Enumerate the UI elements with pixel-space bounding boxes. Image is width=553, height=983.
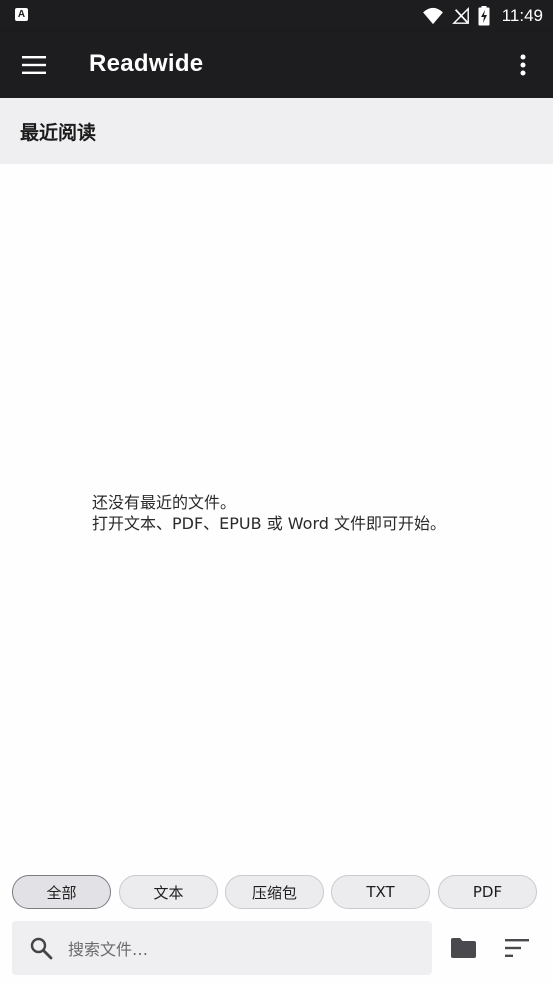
status-bar: A 11:49 <box>0 0 553 32</box>
sort-button[interactable] <box>502 932 532 964</box>
no-signal-icon <box>451 7 469 24</box>
hamburger-menu-icon <box>22 56 46 74</box>
filter-chips: 全部 文本 压缩包 TXT PDF <box>12 875 542 913</box>
folder-icon <box>450 938 476 958</box>
chip-text[interactable]: 文本 <box>119 875 218 909</box>
more-vert-icon <box>520 54 526 76</box>
recent-reading-header: 最近阅读 <box>0 98 553 164</box>
search-box <box>12 921 432 975</box>
empty-state-line-1: 还没有最近的文件。 <box>92 493 237 512</box>
clock: 11:49 <box>501 6 543 25</box>
chip-txt[interactable]: TXT <box>331 875 430 909</box>
empty-state-line-2: 打开文本、PDF、EPUB 或 Word 文件即可开始。 <box>92 514 447 533</box>
overflow-menu-button[interactable] <box>509 49 537 81</box>
chip-pdf[interactable]: PDF <box>438 875 537 909</box>
chip-archive[interactable]: 压缩包 <box>225 875 324 909</box>
section-title: 最近阅读 <box>20 122 97 144</box>
menu-button[interactable] <box>14 49 54 81</box>
chip-all[interactable]: 全部 <box>12 875 111 909</box>
battery-charging-icon <box>478 6 490 26</box>
empty-state-message: 还没有最近的文件。 打开文本、PDF、EPUB 或 Word 文件即可开始。 <box>92 492 446 534</box>
sort-icon <box>505 939 529 957</box>
search-input[interactable] <box>66 933 420 965</box>
search-icon <box>30 937 53 960</box>
app-bar: Readwide <box>0 32 553 98</box>
open-folder-button[interactable] <box>448 932 478 964</box>
wifi-icon <box>422 7 443 25</box>
app-title: Readwide <box>89 50 204 77</box>
notification-app-icon: A <box>15 8 28 21</box>
status-icons: 11:49 <box>422 5 543 27</box>
